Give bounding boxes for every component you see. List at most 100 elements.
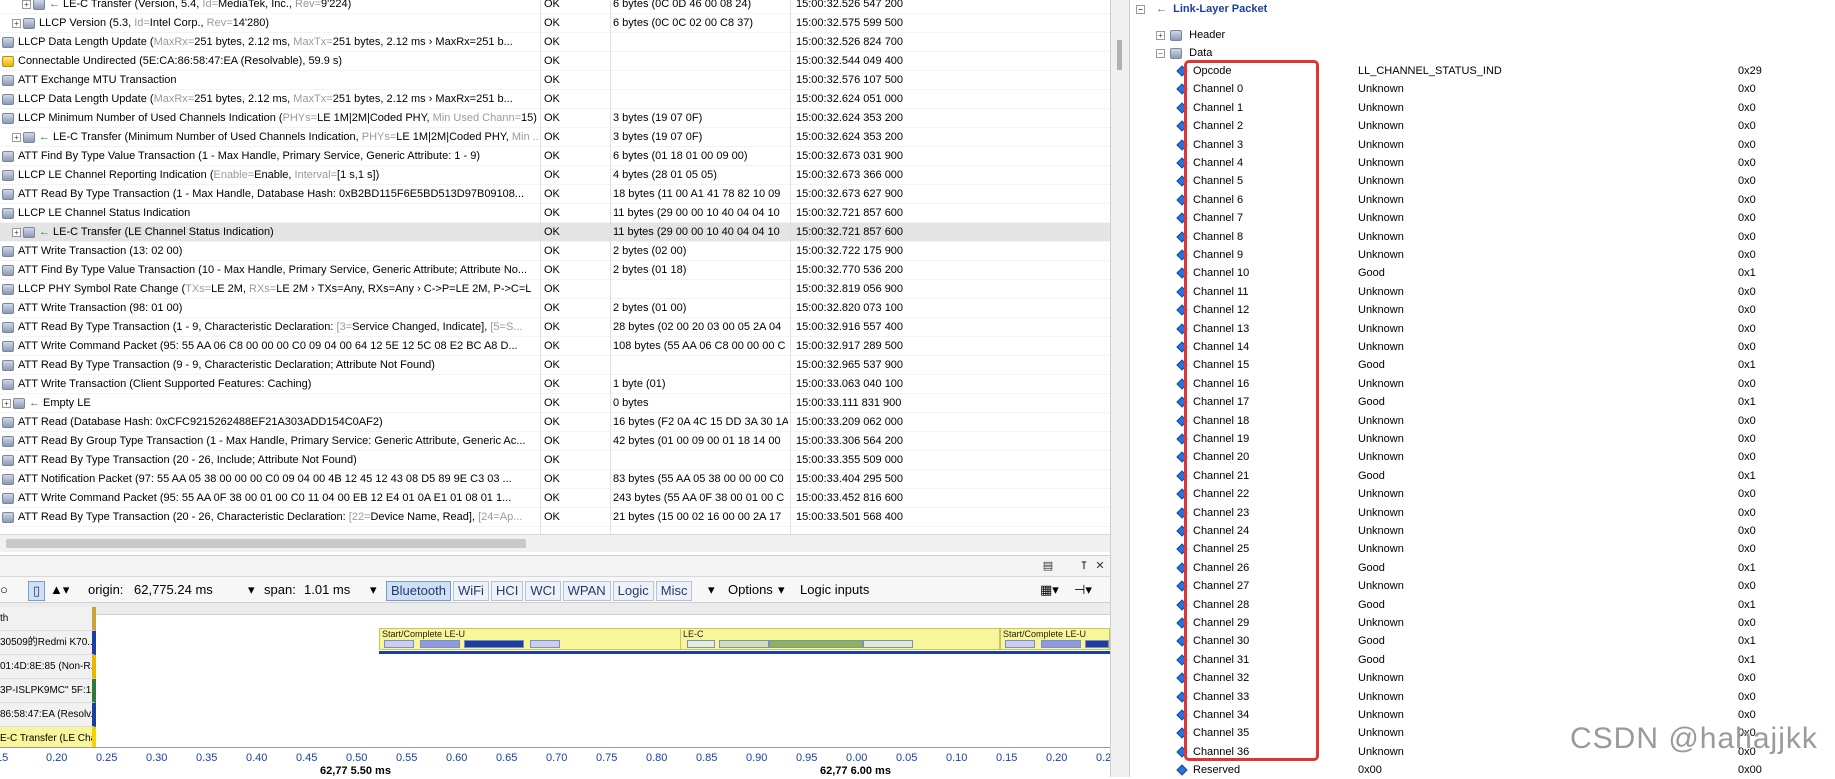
table-row[interactable]: ATT Read (Database Hash: 0xCFC9215262488… xyxy=(0,413,1110,432)
expand-icon[interactable]: + xyxy=(22,0,31,9)
tabs-dropdown-icon[interactable]: ▾ xyxy=(708,581,715,599)
table-row[interactable]: ATT Write Transaction (98: 01 00) OK 2 byt… xyxy=(0,299,1110,318)
tab-wci[interactable]: WCI xyxy=(525,581,561,601)
options-dropdown-icon[interactable]: ▾ xyxy=(778,581,785,599)
packet-field-row[interactable]: Channel 33 Unknown 0x0 xyxy=(1130,688,1835,706)
table-row[interactable]: + LLCP Version (5.3, Id=Intel Corp., Rev=… xyxy=(0,14,1110,33)
timeline-row-label[interactable]: th xyxy=(0,607,96,631)
logic-inputs-button[interactable]: Logic inputs xyxy=(800,581,869,599)
scrollbar-thumb[interactable] xyxy=(6,539,526,548)
timeline-row-label[interactable]: 01:4D:8E:85 (Non-R... xyxy=(0,655,96,679)
collapse-icon[interactable]: − xyxy=(1156,48,1165,58)
packet-field-row[interactable]: Channel 31 Good 0x1 xyxy=(1130,651,1835,669)
data-node[interactable]: − Data xyxy=(1130,44,1835,62)
table-row[interactable]: + ← LE-C Transfer (Version, 5.4, Id=MediaT… xyxy=(0,0,1110,14)
table-row[interactable]: ATT Read By Type Transaction (9 - 9, Cha… xyxy=(0,356,1110,375)
table-row[interactable]: ATT Read By Type Transaction (20 - 26, I… xyxy=(0,451,1110,470)
view-toggle-button[interactable]: ▯ xyxy=(28,581,46,601)
timeline-band[interactable]: Start/Complete LE-U xyxy=(1000,628,1153,650)
pin-icon[interactable]: ⊺ xyxy=(1076,558,1092,574)
tab-hci[interactable]: HCI xyxy=(490,581,524,601)
packet-field-row[interactable]: Channel 32 Unknown 0x0 xyxy=(1130,669,1835,687)
packet-field-row[interactable]: Channel 29 Unknown 0x0 xyxy=(1130,614,1835,632)
packet-field-row[interactable]: Channel 23 Unknown 0x0 xyxy=(1130,504,1835,522)
tab-wpan[interactable]: WPAN xyxy=(562,581,611,601)
expand-icon[interactable]: + xyxy=(12,132,21,142)
packet-field-row[interactable]: Channel 9 Unknown 0x0 xyxy=(1130,246,1835,264)
packet-field-row[interactable]: Channel 11 Unknown 0x0 xyxy=(1130,283,1835,301)
packet-field-row[interactable]: Reserved 0x00 0x00 xyxy=(1130,761,1835,779)
table-row[interactable]: ATT Write Transaction (13: 02 00) OK 2 byt… xyxy=(0,242,1110,261)
table-row[interactable]: + ← LE-C Transfer (LE Channel Status Indic… xyxy=(0,223,1110,242)
packet-field-row[interactable]: Opcode LL_CHANNEL_STATUS_IND 0x29 xyxy=(1130,62,1835,80)
tab-misc[interactable]: Misc xyxy=(655,581,693,601)
packet-field-row[interactable]: Channel 28 Good 0x1 xyxy=(1130,596,1835,614)
table-row[interactable]: ATT Find By Type Value Transaction (1 - … xyxy=(0,147,1110,166)
packet-field-row[interactable]: Channel 3 Unknown 0x0 xyxy=(1130,136,1835,154)
packet-field-row[interactable]: Channel 16 Unknown 0x0 xyxy=(1130,375,1835,393)
expand-icon[interactable]: + xyxy=(1156,30,1165,40)
packet-field-row[interactable]: Channel 8 Unknown 0x0 xyxy=(1130,228,1835,246)
packet-field-row[interactable]: Channel 1 Unknown 0x0 xyxy=(1130,99,1835,117)
packet-field-row[interactable]: Channel 14 Unknown 0x0 xyxy=(1130,338,1835,356)
packet-field-row[interactable]: Channel 7 Unknown 0x0 xyxy=(1130,209,1835,227)
table-row[interactable]: LLCP Data Length Update (MaxRx=251 bytes… xyxy=(0,90,1110,109)
expand-icon[interactable]: + xyxy=(12,18,21,28)
span-dropdown-icon[interactable]: ▾ xyxy=(370,581,377,599)
packet-field-row[interactable]: Channel 0 Unknown 0x0 xyxy=(1130,80,1835,98)
table-row[interactable]: Connectable Undirected (5E:CA:86:58:47:E… xyxy=(0,52,1110,71)
table-row[interactable]: + ← Empty LE OK 0 bytes 15:00:33.111 831 900 xyxy=(0,394,1110,413)
table-row[interactable]: + ← LE-C Transfer (Minimum Number of Used … xyxy=(0,128,1110,147)
options-menu[interactable]: Options xyxy=(728,581,773,599)
expand-icon[interactable]: + xyxy=(12,227,21,237)
timeline-area[interactable]: th 30509的Redmi K70... 01:4D:8E:85 (Non-R..… xyxy=(0,607,1153,751)
table-row[interactable]: ATT Exchange MTU Transaction OK 15:00:32.5… xyxy=(0,71,1110,90)
packet-field-row[interactable]: Channel 24 Unknown 0x0 xyxy=(1130,522,1835,540)
window-menu-icon[interactable]: ▤ xyxy=(1040,558,1056,574)
packet-field-row[interactable]: Channel 10 Good 0x1 xyxy=(1130,264,1835,282)
origin-value[interactable]: 62,775.24 ms xyxy=(134,581,213,599)
packet-field-row[interactable]: Channel 22 Unknown 0x0 xyxy=(1130,485,1835,503)
table-row[interactable]: ATT Read By Type Transaction (20 - 26, C… xyxy=(0,508,1110,527)
tab-wifi[interactable]: WiFi xyxy=(452,581,489,601)
tab-logic[interactable]: Logic xyxy=(612,581,654,601)
pane-splitter[interactable] xyxy=(1110,0,1130,777)
table-row[interactable]: ATT Write Command Packet (95: 55 AA 06 C… xyxy=(0,337,1110,356)
packet-title-row[interactable]: − ← Link-Layer Packet xyxy=(1130,0,1835,18)
timeline-row-label[interactable]: 86:58:47:EA (Resolv... xyxy=(0,703,96,727)
packet-field-row[interactable]: Channel 18 Unknown 0x0 xyxy=(1130,412,1835,430)
packet-field-row[interactable]: Channel 2 Unknown 0x0 xyxy=(1130,117,1835,135)
table-row[interactable]: ATT Read By Type Transaction (1 - 9, Cha… xyxy=(0,318,1110,337)
packet-field-row[interactable]: Channel 20 Unknown 0x0 xyxy=(1130,448,1835,466)
packet-field-row[interactable]: Channel 30 Good 0x1 xyxy=(1130,632,1835,650)
table-row[interactable]: ATT Find By Type Value Transaction (10 -… xyxy=(0,261,1110,280)
zoom-icon[interactable]: ○ xyxy=(0,581,8,599)
packet-field-row[interactable]: Channel 13 Unknown 0x0 xyxy=(1130,320,1835,338)
span-value[interactable]: 1.01 ms xyxy=(304,581,350,599)
table-row[interactable]: LLCP Minimum Number of Used Channels Ind… xyxy=(0,109,1110,128)
packet-field-row[interactable]: Channel 27 Unknown 0x0 xyxy=(1130,577,1835,595)
header-node[interactable]: + Header xyxy=(1130,26,1835,44)
timeline-band[interactable]: Start/Complete LE-U xyxy=(379,628,684,650)
settings-icon[interactable]: ⊣▾ xyxy=(1074,581,1092,599)
marker-dropdown-icon[interactable]: ▲▾ xyxy=(50,581,69,599)
packet-field-row[interactable]: Channel 21 Good 0x1 xyxy=(1130,467,1835,485)
origin-dropdown-icon[interactable]: ▾ xyxy=(248,581,255,599)
right-scrollbar-thumb[interactable] xyxy=(1117,40,1122,70)
table-row[interactable]: ATT Read By Type Transaction (1 - Max Ha… xyxy=(0,185,1110,204)
horizontal-scrollbar[interactable] xyxy=(0,534,1110,552)
packet-field-row[interactable]: Channel 17 Good 0x1 xyxy=(1130,393,1835,411)
table-row[interactable]: LLCP LE Channel Reporting Indication (En… xyxy=(0,166,1110,185)
table-row[interactable]: ATT Write Command Packet (95: 55 AA 0F 3… xyxy=(0,489,1110,508)
table-row[interactable]: ATT Read By Group Type Transaction (1 - … xyxy=(0,432,1110,451)
table-row[interactable]: LLCP LE Channel Status Indication OK 11 by… xyxy=(0,204,1110,223)
packet-field-row[interactable]: Channel 19 Unknown 0x0 xyxy=(1130,430,1835,448)
table-row[interactable]: LLCP PHY Symbol Rate Change (TXs=LE 2M, … xyxy=(0,280,1110,299)
table-row[interactable]: ATT Write Transaction (Client Supported … xyxy=(0,375,1110,394)
table-row[interactable]: LLCP Data Length Update (MaxRx=251 bytes… xyxy=(0,33,1110,52)
packet-field-row[interactable]: Channel 26 Good 0x1 xyxy=(1130,559,1835,577)
collapse-icon[interactable]: − xyxy=(1136,4,1145,14)
timeline-row-label[interactable]: 30509的Redmi K70... xyxy=(0,631,96,655)
packet-field-row[interactable]: Channel 5 Unknown 0x0 xyxy=(1130,172,1835,190)
packet-field-row[interactable]: Channel 6 Unknown 0x0 xyxy=(1130,191,1835,209)
